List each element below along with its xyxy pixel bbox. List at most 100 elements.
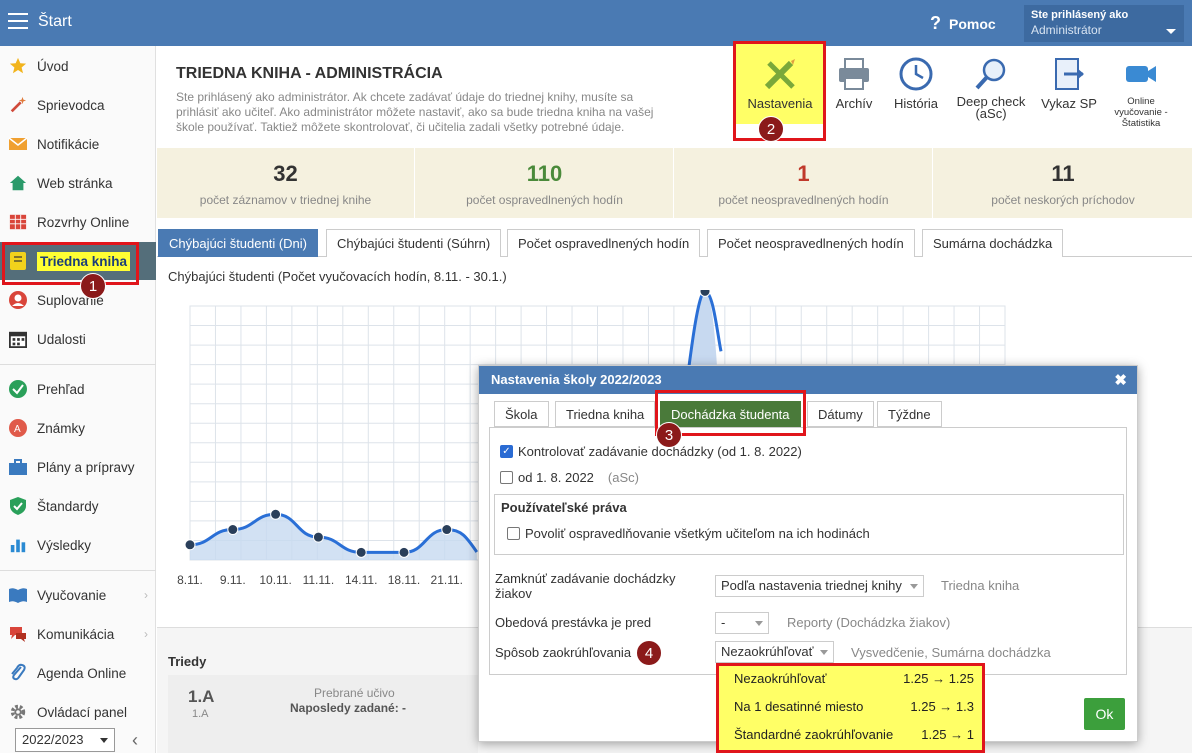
sidebar-item-suplovanie[interactable]: Suplovanie [0, 281, 156, 319]
rounding-option[interactable]: Na 1 desatinné miesto 1.25 → 1.3 [734, 699, 974, 714]
check-attendance-checkbox[interactable]: ✓ [500, 445, 513, 458]
sidebar-item-udalosti[interactable]: Udalosti [0, 320, 156, 358]
app-title[interactable]: Štart [38, 13, 72, 31]
x-tick-label: 10.11. [259, 573, 291, 587]
sidebar-item-sprievodca[interactable]: Sprievodca [0, 86, 156, 124]
from-date-checkbox[interactable] [500, 471, 513, 484]
dialog-tab-datumy[interactable]: Dátumy [807, 401, 874, 427]
dialog-tab-triedna-kniha[interactable]: Triedna kniha [555, 401, 656, 427]
highlight-box [2, 242, 139, 285]
chart-title: Chýbajúci študenti (Počet vyučovacích ho… [168, 269, 507, 284]
sidebar-item-ovladaci-panel[interactable]: Ovládací panel [0, 693, 156, 731]
help-link[interactable]: ? Pomoc [930, 13, 996, 34]
chat-icon [8, 624, 28, 644]
rounding-label: Spôsob zaokrúhľovania [495, 645, 632, 660]
tab-unexcused-hours[interactable]: Počet neospravedlnených hodín [707, 229, 915, 257]
person-icon [8, 290, 28, 310]
archive-button[interactable]: Archív [832, 56, 876, 111]
classes-title: Triedy [168, 654, 207, 669]
data-point [184, 539, 196, 551]
hamburger-menu-icon[interactable] [8, 13, 28, 29]
data-point [227, 524, 239, 536]
dialog-title: Nastavenia školy 2022/2023 ✖ [479, 366, 1137, 394]
sidebar-item-web[interactable]: Web stránka [0, 164, 156, 202]
top-bar: Štart ? Pomoc Ste prihlásený ako Administ… [0, 0, 1192, 46]
grade-icon: A [8, 418, 28, 438]
online-statistics-button[interactable]: Online vyučovanie - Štatistika [1108, 56, 1174, 129]
data-point [312, 531, 324, 543]
step-badge: 4 [636, 640, 662, 666]
paperclip-icon [8, 663, 28, 683]
calendar-grid-icon [8, 212, 28, 232]
chevron-down-icon [755, 621, 763, 626]
dialog-tab-skola[interactable]: Škola [494, 401, 549, 427]
x-tick-label: 18.11. [388, 573, 420, 587]
bar-chart-icon [8, 535, 28, 555]
lock-select[interactable]: Podľa nastavenia triednej knihy [715, 575, 924, 597]
step-badge: 1 [80, 273, 106, 299]
sidebar-item-prehlad[interactable]: Prehľad [0, 370, 156, 408]
calendar-icon [8, 329, 28, 349]
sidebar-item-agenda[interactable]: Agenda Online [0, 654, 156, 692]
allow-excuse-row: Povoliť ospravedlňovanie všetkým učiteľo… [507, 526, 870, 541]
sidebar-item-vysledky[interactable]: Výsledky [0, 526, 156, 564]
tab-excused-hours[interactable]: Počet ospravedlnených hodín [507, 229, 701, 257]
sidebar-item-plany[interactable]: Plány a prípravy [0, 448, 156, 486]
sidebar-item-notifikacie[interactable]: Notifikácie [0, 125, 156, 163]
chevron-down-icon [820, 650, 828, 655]
tab-missing-summary[interactable]: Chýbajúci študenti (Súhrn) [326, 229, 502, 257]
deep-check-button[interactable]: Deep check (aSc) [954, 56, 1028, 120]
tab-missing-days[interactable]: Chýbajúci študenti (Dni) [158, 229, 319, 257]
stat-excused: 110 počet ospravedlnených hodín [416, 148, 674, 218]
chevron-down-icon [910, 584, 918, 589]
chevron-down-icon [100, 738, 108, 743]
tab-attendance-summary[interactable]: Sumárna dochádzka [922, 229, 1064, 257]
history-button[interactable]: História [892, 56, 940, 111]
lunch-label: Obedová prestávka je pred [495, 615, 652, 630]
lunch-select[interactable]: - [715, 612, 769, 634]
stat-records: 32 počet záznamov v triednej knihe [157, 148, 415, 218]
class-card[interactable]: 1.A 1.A Prebrané učivo Naposledy zadané:… [168, 675, 478, 753]
data-point [270, 508, 282, 520]
x-tick-label: 14.11. [345, 573, 377, 587]
chevron-down-icon [1166, 29, 1176, 34]
sidebar-item-znamky[interactable]: A Známky [0, 409, 156, 447]
book-icon [8, 585, 28, 605]
vykaz-sp-button[interactable]: Vykaz SP [1040, 56, 1098, 111]
year-select[interactable]: 2022/2023 [15, 728, 115, 752]
rounding-option[interactable]: Štandardné zaokrúhľovanie 1.25 → 1 [734, 727, 974, 742]
x-tick-label: 8.11. [177, 573, 203, 587]
gear-icon [8, 702, 28, 722]
ok-button[interactable]: Ok [1084, 698, 1125, 730]
check-attendance-row: ✓ Kontrolovať zadávanie dochádzky (od 1. … [500, 444, 802, 459]
sidebar-item-vyucovanie[interactable]: Vyučovanie › [0, 576, 156, 614]
user-menu[interactable]: Ste prihlásený ako Administrátor [1024, 5, 1184, 42]
home-icon [8, 173, 28, 193]
stat-unexcused: 1 počet neospravedlnených hodín [675, 148, 933, 218]
data-point [699, 290, 711, 297]
sidebar-item-rozvrhy[interactable]: Rozvrhy Online [0, 203, 156, 241]
check-circle-icon [8, 379, 28, 399]
collapse-sidebar-icon[interactable]: ‹ [132, 730, 138, 751]
data-point [355, 546, 367, 558]
rounding-dropdown: Nezaokrúhľovať 1.25 → 1.25 Na 1 desatinné… [716, 663, 985, 753]
data-point [398, 546, 410, 558]
x-tick-label: 9.11. [220, 573, 246, 587]
shield-check-icon [8, 496, 28, 516]
svg-text:A: A [14, 424, 21, 435]
step-badge: 2 [758, 116, 784, 142]
clock-icon [898, 56, 934, 92]
dialog-tab-tyzdne[interactable]: Týždne [877, 401, 942, 427]
sidebar-divider [0, 364, 156, 365]
close-icon[interactable]: ✖ [1114, 371, 1127, 389]
sidebar-item-komunikacia[interactable]: Komunikácia › [0, 615, 156, 653]
sidebar-item-standardy[interactable]: Štandardy [0, 487, 156, 525]
rounding-select[interactable]: Nezaokrúhľovať [715, 641, 834, 663]
rounding-option[interactable]: Nezaokrúhľovať 1.25 → 1.25 [734, 671, 974, 686]
page-title: TRIEDNA KNIHA - ADMINISTRÁCIA [176, 65, 443, 82]
stat-late: 11 počet neskorých príchodov [991, 161, 1135, 207]
sidebar-item-uvod[interactable]: Úvod [0, 47, 156, 85]
lock-label: Zamknúť zadávanie dochádzky žiakov [495, 571, 676, 601]
allow-excuse-checkbox[interactable] [507, 527, 520, 540]
stats-panel: 32 počet záznamov v triednej knihe 110 poč… [157, 148, 1192, 218]
